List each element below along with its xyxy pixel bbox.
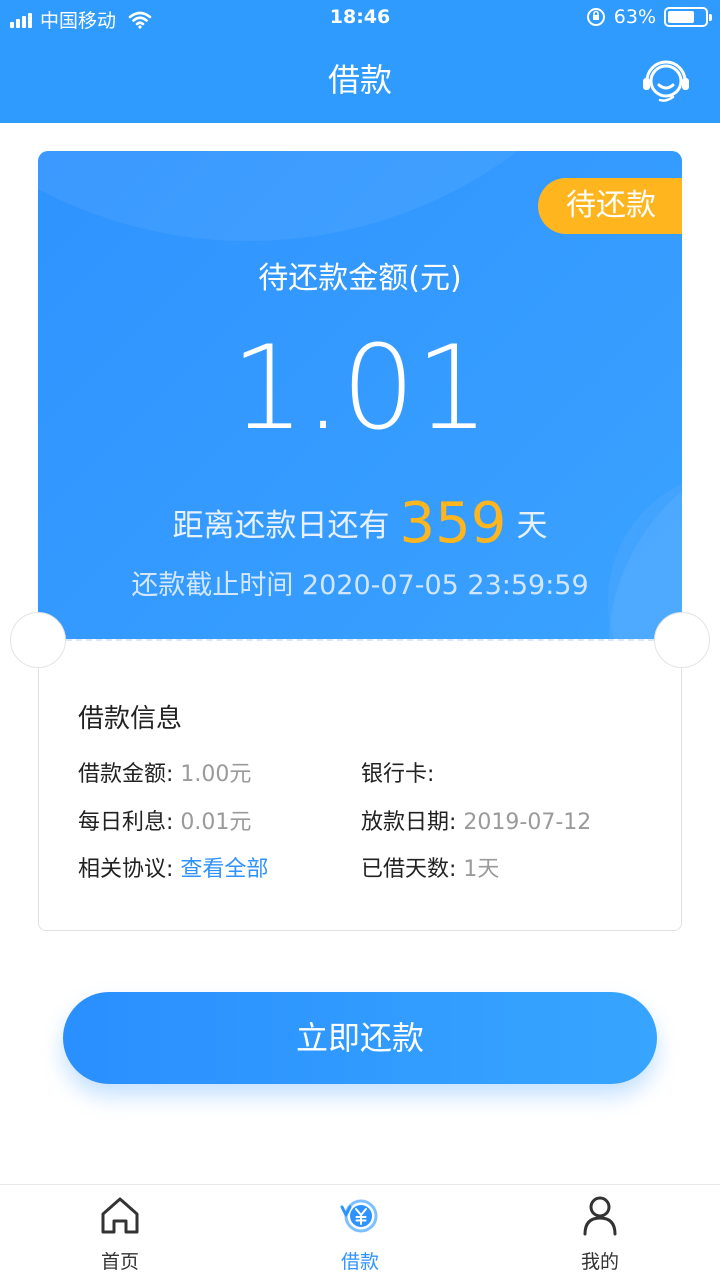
tab-loan-label: 借款 [340, 1251, 379, 1273]
status-bar: 中国移动 18:46 63% [0, 0, 720, 36]
repay-deadline: 还款截止时间 2020-07-05 23:59:59 [131, 570, 589, 601]
repay-now-button[interactable]: 立即还款 [63, 992, 657, 1084]
days-suffix: 天 [516, 508, 548, 544]
tab-bar: 首页 借款 我的 [0, 1184, 720, 1281]
daily-interest-label: 每日利息: [78, 810, 174, 835]
orientation-lock-icon [586, 8, 605, 26]
days-borrowed-value: 1天 [463, 857, 500, 882]
customer-service-button[interactable] [640, 56, 692, 106]
customer-service-icon [643, 60, 689, 102]
daily-interest-row: 每日利息: 0.01元 [78, 804, 251, 836]
card-notch-right [654, 612, 710, 668]
tab-home[interactable]: 首页 [0, 1185, 240, 1281]
header: 中国移动 18:46 63% 借款 [0, 0, 720, 123]
loan-info-title: 借款信息 [78, 704, 183, 734]
bank-card-label: 银行卡: [361, 762, 435, 787]
yuan-loop-icon [340, 1199, 378, 1233]
days-remaining-line: 距离还款日还有 359 天 [38, 491, 682, 556]
page-title: 借款 [327, 61, 392, 99]
tab-loan[interactable]: 借款 [240, 1185, 480, 1281]
disburse-date-label: 放款日期: [361, 810, 457, 835]
view-all-agreements-link[interactable]: 查看全部 [180, 857, 268, 882]
loan-amount-row: 借款金额: 1.00元 [78, 756, 251, 788]
tab-mine-label: 我的 [580, 1251, 619, 1273]
battery-icon [664, 7, 712, 27]
card-divider [66, 639, 654, 641]
days-borrowed-row: 已借天数: 1天 [361, 851, 499, 883]
status-badge: 待还款 [538, 178, 682, 234]
battery-percent: 63% [613, 6, 656, 28]
amount-due: 1.01 [230, 321, 490, 456]
tab-mine[interactable]: 我的 [480, 1185, 720, 1281]
disburse-date-row: 放款日期: 2019-07-12 [361, 804, 591, 836]
home-icon [101, 1197, 139, 1234]
card-notch-left [10, 612, 66, 668]
loan-amount-label: 借款金额: [78, 762, 174, 787]
daily-interest-value: 0.01元 [180, 810, 252, 835]
agreement-row: 相关协议: 查看全部 [78, 851, 268, 883]
amount-label: 待还款金额(元) [258, 261, 462, 296]
days-prefix: 距离还款日还有 [172, 508, 390, 544]
loan-amount-value: 1.00元 [180, 762, 252, 787]
tab-home-label: 首页 [100, 1251, 139, 1273]
disburse-date-value: 2019-07-12 [463, 810, 592, 835]
loan-summary-card: 待还款 待还款金额(元) 1.01 距离还款日还有 359 天 还款截止时间 202… [38, 151, 682, 639]
days-remaining: 359 [399, 491, 507, 556]
days-borrowed-label: 已借天数: [361, 857, 457, 882]
bank-card-row: 银行卡: [361, 756, 434, 788]
agreement-label: 相关协议: [78, 857, 174, 882]
person-icon [583, 1196, 617, 1236]
